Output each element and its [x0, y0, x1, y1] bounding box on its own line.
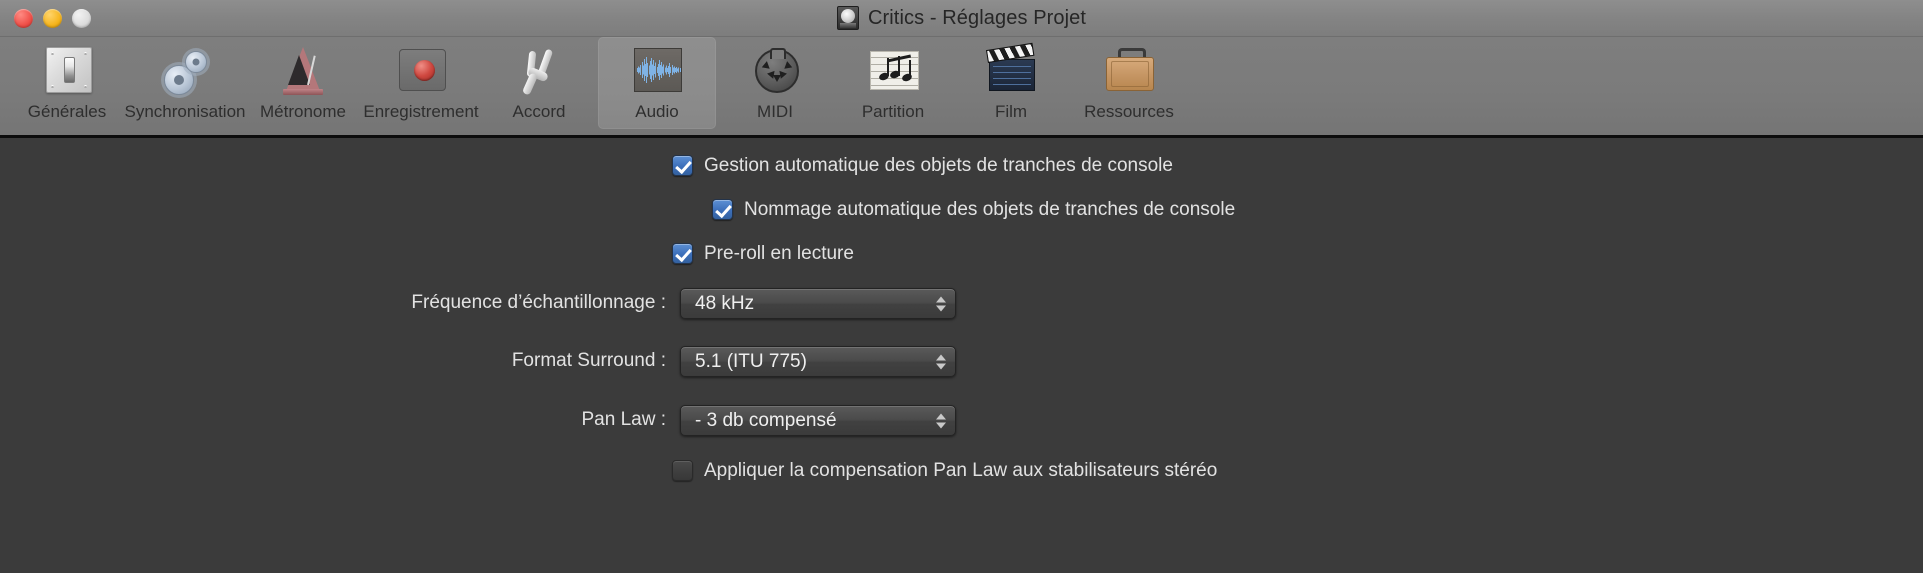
- chevron-up-icon[interactable]: [936, 296, 946, 302]
- label-auto-name-channel-strip-objects: Nommage automatique des objets de tranch…: [744, 199, 1236, 220]
- chevron-down-icon[interactable]: [936, 305, 946, 311]
- midi-din-icon: [747, 45, 803, 99]
- label-auto-manage-channel-strip-objects: Gestion automatique des objets de tranch…: [704, 155, 1173, 176]
- metronome-icon: [275, 45, 331, 99]
- toolbar-label-midi: MIDI: [757, 102, 793, 121]
- checkbox-row-apply-pan-law-to-stereo-balancers[interactable]: Appliquer la compensation Pan Law aux st…: [672, 460, 1217, 481]
- popup-button-pan-law[interactable]: - 3 db compensé: [680, 405, 956, 436]
- stepper-sample-rate[interactable]: [936, 296, 946, 311]
- popup-button-surround-format[interactable]: 5.1 (ITU 775): [680, 346, 956, 377]
- toolbar-label-metronome: Métronome: [260, 102, 346, 121]
- value-sample-rate: 48 kHz: [695, 293, 755, 314]
- metronome-disc-icon: [836, 6, 859, 30]
- stepper-pan-law[interactable]: [936, 413, 946, 428]
- chevron-down-icon[interactable]: [936, 422, 946, 428]
- tuning-fork-icon: [511, 45, 567, 99]
- checkbox-playback-preroll[interactable]: [672, 243, 693, 264]
- label-sample-rate: Fréquence d’échantillonnage :: [411, 292, 666, 313]
- chevron-up-icon[interactable]: [936, 354, 946, 360]
- waveform-icon: [629, 45, 685, 99]
- settings-toolbar: Générales Synchronisation Métronome Enre…: [0, 37, 1923, 138]
- toolbar-item-audio[interactable]: Audio: [598, 37, 716, 129]
- toolbar-item-metronome[interactable]: Métronome: [244, 37, 362, 129]
- toolbar-label-accord: Accord: [512, 102, 566, 121]
- toolbar-label-film: Film: [994, 102, 1028, 121]
- clapperboard-icon: [983, 42, 1039, 99]
- chevron-down-icon[interactable]: [936, 363, 946, 369]
- label-apply-pan-law-to-stereo-balancers: Appliquer la compensation Pan Law aux st…: [704, 460, 1218, 481]
- label-surround-format: Format Surround :: [511, 350, 666, 371]
- value-pan-law: - 3 db compensé: [695, 410, 837, 431]
- toolbar-item-enregistrement[interactable]: Enregistrement: [362, 37, 480, 129]
- window-titlebar: Critics - Réglages Projet: [0, 0, 1923, 37]
- field-row-sample-rate: Fréquence d’échantillonnage :: [290, 293, 666, 312]
- music-notes-icon: [865, 45, 921, 99]
- checkbox-row-playback-preroll[interactable]: Pre-roll en lecture: [672, 243, 854, 264]
- pan-law-control[interactable]: - 3 db compensé: [666, 405, 956, 436]
- sample-rate-control[interactable]: 48 kHz: [666, 288, 956, 319]
- toolbar-label-ressources: Ressources: [1084, 102, 1174, 121]
- toolbar-item-accord[interactable]: Accord: [480, 37, 598, 129]
- gears-icon: [157, 45, 213, 99]
- checkbox-auto-manage-channel-strip-objects[interactable]: [672, 155, 693, 176]
- toolbar-item-generales[interactable]: Générales: [8, 37, 126, 129]
- popup-button-sample-rate[interactable]: 48 kHz: [680, 288, 956, 319]
- label-playback-preroll: Pre-roll en lecture: [704, 243, 854, 264]
- toolbar-item-ressources[interactable]: Ressources: [1070, 37, 1188, 129]
- toolbar-item-midi[interactable]: MIDI: [716, 37, 834, 129]
- checkbox-apply-pan-law-to-stereo-balancers[interactable]: [672, 460, 693, 481]
- surround-format-control[interactable]: 5.1 (ITU 775): [666, 346, 956, 377]
- toolbar-label-enregistrement: Enregistrement: [363, 102, 479, 121]
- audio-settings-pane: Gestion automatique des objets de tranch…: [0, 138, 1923, 573]
- briefcase-icon: [1101, 45, 1157, 99]
- toolbar-label-partition: Partition: [861, 102, 925, 121]
- switch-plate-icon: [39, 45, 95, 99]
- checkbox-row-auto-name-channel-strip-objects[interactable]: Nommage automatique des objets de tranch…: [712, 199, 1235, 220]
- toolbar-item-partition[interactable]: Partition: [834, 37, 952, 129]
- checkbox-auto-name-channel-strip-objects[interactable]: [712, 199, 733, 220]
- field-row-pan-law: Pan Law :: [290, 409, 667, 430]
- value-surround-format: 5.1 (ITU 775): [695, 351, 807, 372]
- window-title: Critics - Réglages Projet: [867, 6, 1087, 29]
- project-settings-window: Critics - Réglages Projet Générales Sync…: [0, 0, 1923, 573]
- toolbar-label-synchronisation: Synchronisation: [124, 102, 246, 121]
- label-pan-law: Pan Law :: [581, 409, 667, 430]
- chevron-up-icon[interactable]: [936, 413, 946, 419]
- toolbar-item-synchronisation[interactable]: Synchronisation: [124, 37, 246, 129]
- toolbar-label-audio: Audio: [635, 102, 679, 121]
- field-row-surround-format: Format Surround :: [290, 351, 666, 370]
- stepper-surround-format[interactable]: [936, 354, 946, 369]
- record-button-icon: [393, 45, 449, 99]
- window-title-group: Critics - Réglages Projet: [0, 0, 1923, 36]
- checkbox-row-auto-manage-channel-strip-objects[interactable]: Gestion automatique des objets de tranch…: [672, 155, 1173, 176]
- toolbar-item-film[interactable]: Film: [952, 37, 1070, 129]
- toolbar-label-generales: Générales: [27, 102, 107, 121]
